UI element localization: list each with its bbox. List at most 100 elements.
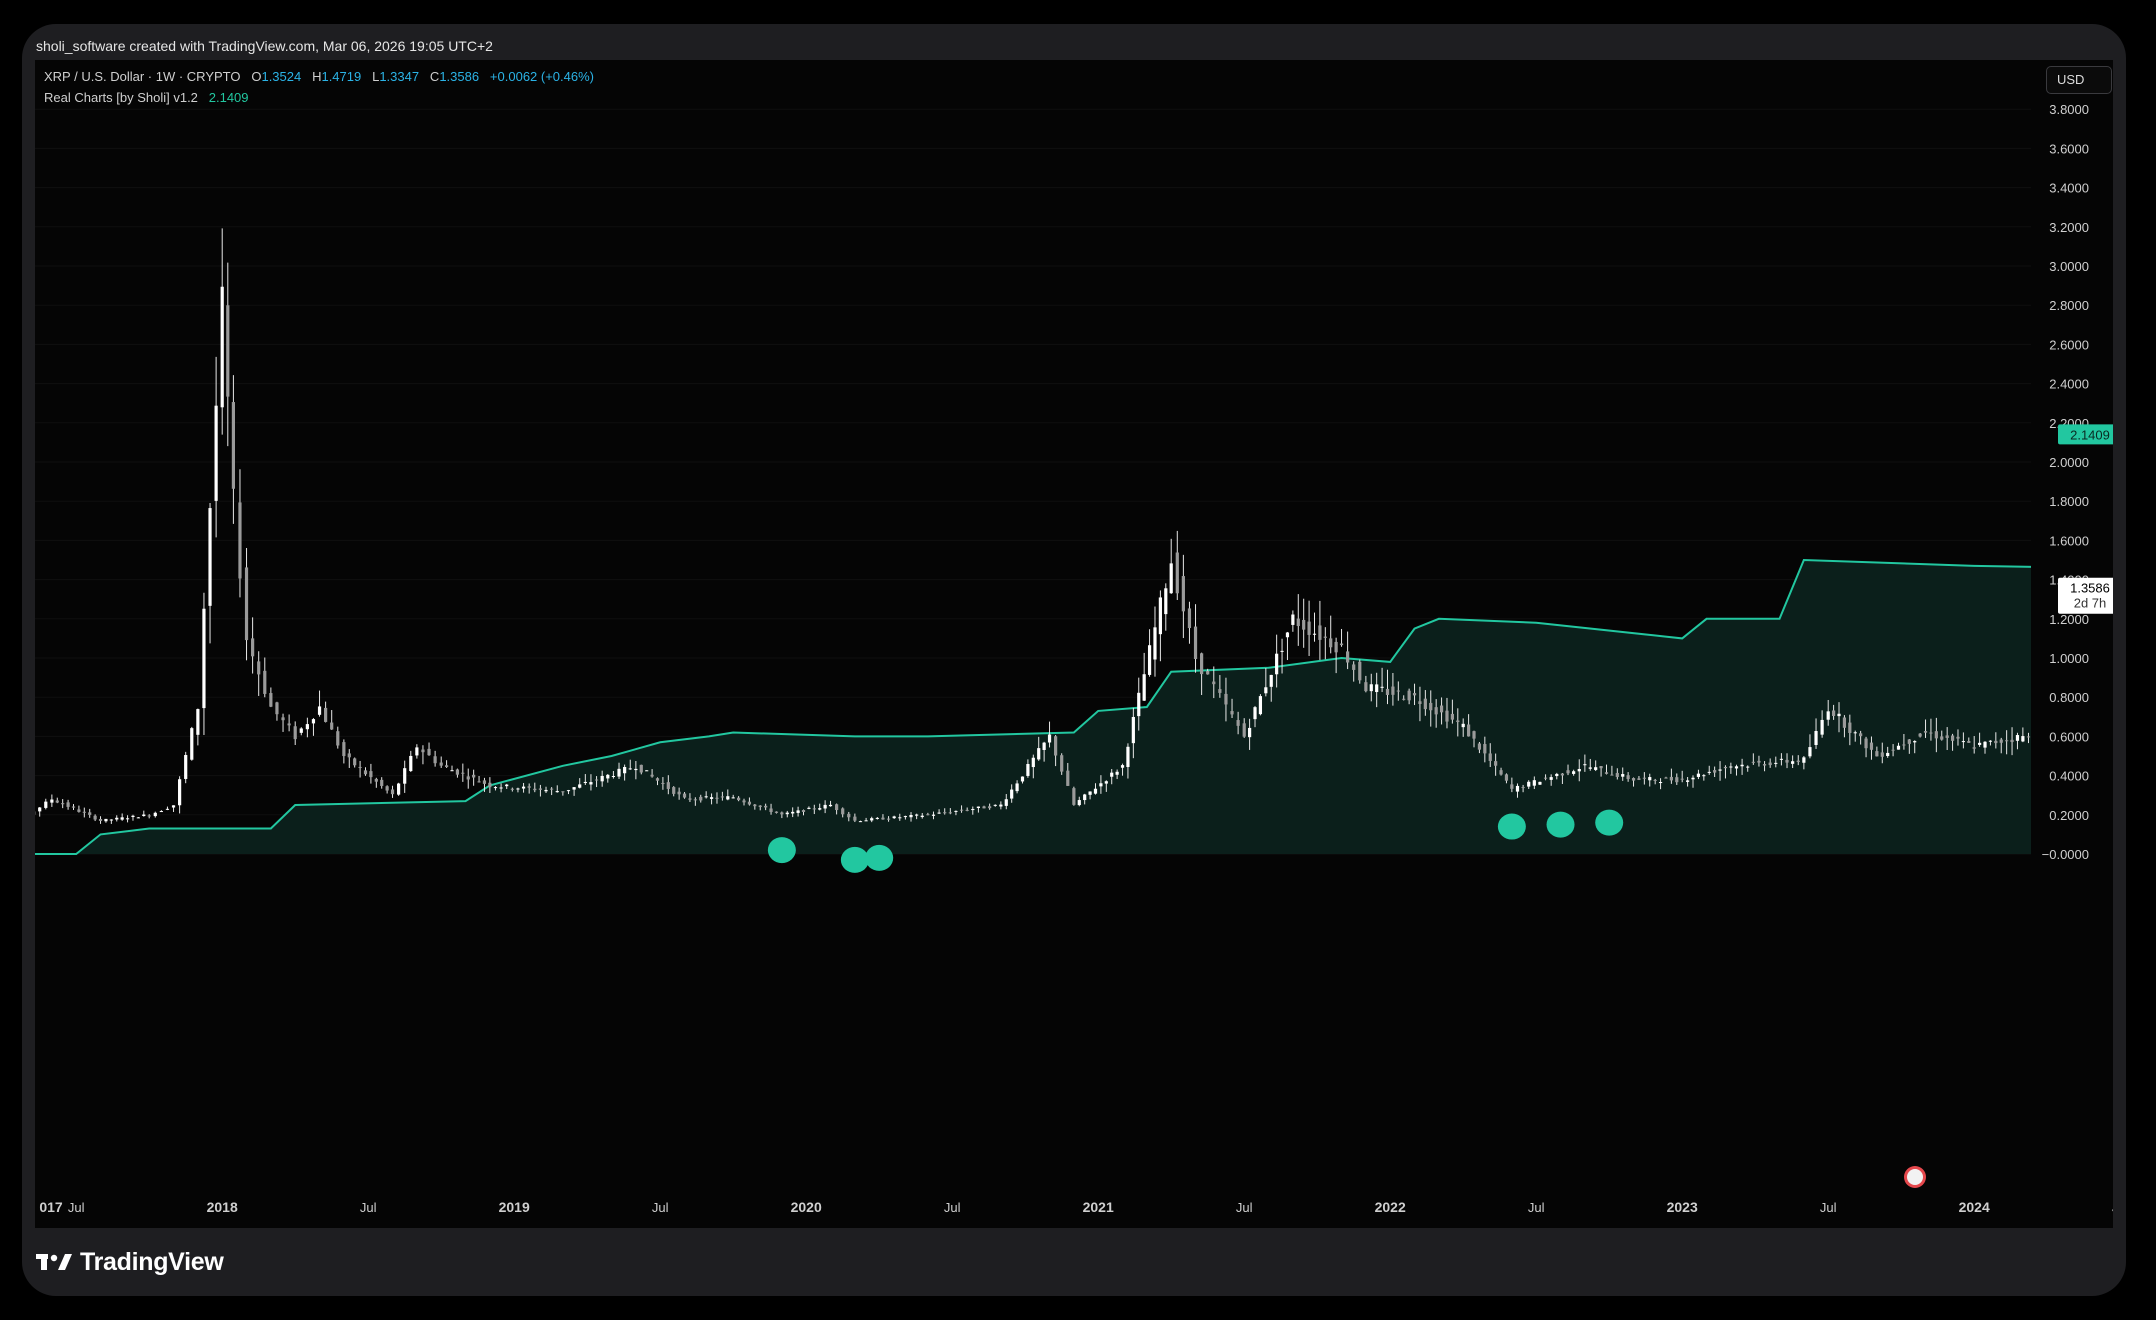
- candle-body: [864, 820, 868, 822]
- candle-body: [650, 774, 654, 777]
- candle-body: [461, 772, 465, 774]
- candle-body: [1549, 777, 1553, 780]
- candle-body: [1751, 761, 1755, 763]
- candle-body: [583, 781, 587, 784]
- candle-body: [1653, 779, 1657, 781]
- candle-body: [617, 768, 621, 777]
- symbol-legend-row[interactable]: XRP / U.S. Dollar · 1W · CRYPTO O1.3524 …: [44, 66, 594, 87]
- candle-body: [1258, 696, 1263, 715]
- candle-body: [171, 805, 176, 808]
- low-value: 1.3347: [379, 69, 420, 84]
- candle-body: [1648, 777, 1652, 781]
- candle-body: [415, 747, 419, 756]
- candle-body: [516, 788, 520, 790]
- candle-body: [1796, 760, 1800, 762]
- candle-body: [903, 816, 908, 818]
- candle-body: [555, 791, 559, 793]
- candle-body: [1988, 740, 1993, 742]
- candle-body: [1093, 788, 1098, 794]
- candle-body: [317, 706, 322, 715]
- candle-body: [488, 782, 492, 788]
- candle-body: [1450, 713, 1454, 720]
- candle-body: [1187, 608, 1192, 629]
- y-tick-label: −0.0000: [2042, 847, 2089, 862]
- candle-body: [1664, 777, 1668, 779]
- x-tick-label: 2018: [207, 1199, 238, 1215]
- candle-body: [835, 804, 839, 811]
- candle-body: [1621, 774, 1625, 777]
- candle-body: [1088, 791, 1092, 795]
- candle-body: [1083, 794, 1087, 801]
- candle-body: [472, 774, 476, 778]
- candle-body: [769, 808, 773, 812]
- candle-body: [244, 567, 249, 641]
- candle-body: [688, 798, 692, 800]
- candle-body: [1142, 674, 1146, 701]
- candle-body: [2026, 736, 2031, 738]
- candle-body: [1527, 781, 1531, 787]
- candle-body: [184, 755, 188, 779]
- candle-body: [1923, 731, 1928, 733]
- candle-body: [1137, 692, 1141, 717]
- candle-body: [1886, 752, 1890, 757]
- candle-body: [731, 797, 735, 799]
- candle-body: [971, 809, 975, 811]
- candle-body: [801, 810, 806, 812]
- x-tick-label: Jul: [944, 1200, 961, 1215]
- candle-body: [1104, 781, 1108, 784]
- y-tick-label: 2.8000: [2049, 298, 2089, 313]
- indicator-value: 2.1409: [208, 90, 249, 105]
- candle-body: [1423, 698, 1427, 710]
- candle-body: [704, 796, 708, 798]
- candle-body: [988, 806, 992, 809]
- candle-body: [115, 817, 119, 820]
- candle-body: [720, 796, 724, 798]
- x-tick-label: 2022: [1375, 1199, 1406, 1215]
- indicator-legend-row[interactable]: Real Charts [by Sholi] v1.2 2.1409: [44, 87, 594, 108]
- candle-body: [499, 787, 503, 789]
- candle-body: [324, 707, 328, 722]
- candle-body: [875, 817, 879, 819]
- candle-body: [2010, 739, 2014, 743]
- candle-body: [275, 702, 279, 715]
- candle-body: [677, 791, 681, 795]
- candle-body: [1224, 693, 1228, 705]
- candle-body: [881, 817, 885, 820]
- candle-body: [628, 768, 632, 770]
- candle-body: [1686, 780, 1690, 782]
- candle-body: [385, 786, 389, 791]
- candle-body: [812, 808, 816, 810]
- candle-body: [909, 814, 913, 818]
- currency-button[interactable]: USD: [2046, 66, 2112, 94]
- candle-body: [1131, 716, 1135, 744]
- chart-pane[interactable]: ✓ ATH $3.1424✓ Base $2.3663✓ Safe $1.801…: [35, 60, 2113, 1228]
- candle-body: [1352, 664, 1356, 670]
- candle-body: [342, 742, 346, 757]
- candle-body: [533, 788, 537, 791]
- candle-body: [1407, 690, 1411, 701]
- us-flag-event-icon-inner: [1907, 1169, 1923, 1185]
- candle-body: [120, 817, 124, 820]
- change-value: +0.0062 (+0.46%): [489, 69, 594, 84]
- candle-body: [1768, 762, 1772, 766]
- candle-body: [1429, 702, 1433, 711]
- candle-body: [1236, 720, 1240, 726]
- candle-body: [231, 402, 235, 489]
- open-label: O: [251, 69, 262, 84]
- x-tick-label: Jul: [68, 1200, 85, 1215]
- candle-body: [1707, 771, 1711, 773]
- candle-body: [287, 723, 291, 726]
- candle-body: [611, 776, 616, 778]
- candle-body: [1358, 661, 1362, 681]
- candle-body: [1375, 684, 1379, 693]
- y-tick-label: 1.2000: [2049, 612, 2089, 627]
- candle-body: [785, 812, 789, 815]
- candle-body: [1434, 707, 1438, 715]
- candle-body: [1978, 742, 1982, 745]
- candle-body: [136, 817, 140, 819]
- candle-body: [589, 782, 593, 785]
- y-tick-label: 3.6000: [2049, 141, 2089, 156]
- price-axis-bg: [2031, 60, 2113, 1228]
- candle-body: [1532, 780, 1536, 786]
- price-chart[interactable]: ✓ ATH $3.1424✓ Base $2.3663✓ Safe $1.801…: [35, 60, 2113, 1228]
